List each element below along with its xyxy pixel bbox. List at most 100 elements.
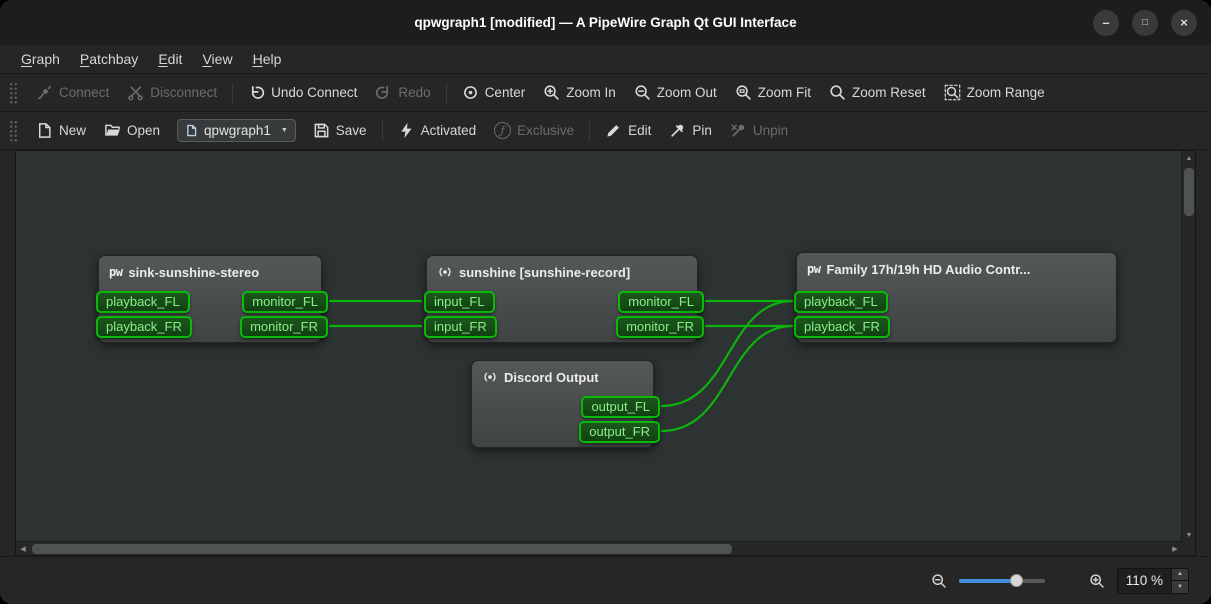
window-title: qpwgraph1 [modified] — A PipeWire Graph … — [414, 15, 796, 30]
menu-patchbay[interactable]: Patchbay — [71, 48, 147, 70]
patchbay-combo-value: qpwgraph1 — [204, 123, 271, 138]
undo-connect-label: Undo Connect — [271, 85, 357, 100]
menu-graph[interactable]: Graph — [12, 48, 69, 70]
ports: playback_FL monitor_FL playback_FR monit… — [99, 285, 321, 338]
port-input-fl[interactable]: input_FL — [424, 291, 495, 313]
edit-toggle[interactable]: Edit — [596, 116, 660, 145]
node-sink-sunshine-stereo[interactable]: pw sink-sunshine-stereo playback_FL moni… — [98, 255, 322, 343]
port-row: playback_FL monitor_FL — [99, 291, 321, 313]
connect-button[interactable]: Connect — [27, 78, 118, 107]
title-bar[interactable]: qpwgraph1 [modified] — A PipeWire Graph … — [0, 0, 1211, 45]
spin-down-arrow[interactable]: ▼ — [1172, 580, 1188, 593]
port-input-fr[interactable]: input_FR — [424, 316, 497, 338]
maximize-icon: □ — [1142, 18, 1148, 28]
port-row: input_FL monitor_FL — [427, 291, 697, 313]
vertical-scrollbar[interactable]: ▲ ▼ — [1181, 151, 1195, 542]
scroll-right-arrow[interactable]: ▶ — [1168, 542, 1182, 556]
connect-icon — [36, 84, 53, 101]
port-playback-fr[interactable]: playback_FR — [794, 316, 890, 338]
unpin-label: Unpin — [753, 123, 788, 138]
exclusive-toggle[interactable]: ƒ Exclusive — [485, 116, 583, 145]
vertical-scrollbar-thumb[interactable] — [1184, 168, 1194, 216]
scroll-left-arrow[interactable]: ◀ — [16, 542, 30, 556]
open-folder-icon — [104, 122, 121, 139]
ports: playback_FL playback_FR — [797, 282, 1116, 338]
zoom-reset-label: Zoom Reset — [852, 85, 926, 100]
disconnect-button[interactable]: Disconnect — [118, 78, 226, 107]
port-row: playback_FR — [797, 316, 1116, 338]
pipewire-icon: pw — [807, 262, 820, 276]
port-output-fl[interactable]: output_FL — [581, 396, 660, 418]
disconnect-icon — [127, 84, 144, 101]
connect-label: Connect — [59, 85, 109, 100]
zoom-reset-button[interactable]: Zoom Reset — [820, 78, 935, 107]
undo-connect-button[interactable]: Undo Connect — [239, 78, 366, 107]
pin-button[interactable]: Pin — [660, 116, 721, 145]
port-monitor-fr[interactable]: monitor_FR — [240, 316, 328, 338]
port-playback-fl[interactable]: playback_FL — [96, 291, 190, 313]
node-header: pw sink-sunshine-stereo — [99, 256, 321, 285]
port-monitor-fl[interactable]: monitor_FL — [618, 291, 704, 313]
ports: output_FL output_FR — [472, 390, 653, 443]
toolbar-separator — [446, 83, 447, 103]
zoom-slider-fill — [959, 579, 1016, 583]
redo-button[interactable]: Redo — [366, 78, 439, 107]
zoom-spinbox[interactable]: 110 % ▲ ▼ — [1117, 568, 1189, 594]
zoom-range-button[interactable]: Zoom Range — [935, 78, 1054, 107]
patchbay-combo[interactable]: qpwgraph1 ▼ — [177, 119, 296, 142]
port-playback-fl[interactable]: playback_FL — [794, 291, 888, 313]
new-file-icon — [36, 122, 53, 139]
menu-help[interactable]: Help — [244, 48, 291, 70]
node-header: sunshine [sunshine-record] — [427, 256, 697, 285]
zoom-value[interactable]: 110 % — [1118, 569, 1171, 593]
close-button[interactable]: × — [1171, 10, 1197, 36]
activated-toggle[interactable]: Activated — [389, 116, 486, 145]
ports: input_FL monitor_FL input_FR monitor_FR — [427, 285, 697, 338]
disconnect-label: Disconnect — [150, 85, 217, 100]
zoom-slider[interactable] — [959, 579, 1045, 583]
horizontal-scrollbar[interactable]: ◀ ▶ — [16, 541, 1182, 555]
activated-label: Activated — [421, 123, 477, 138]
zoom-in-button[interactable]: Zoom In — [534, 78, 625, 107]
speaker-icon — [437, 264, 453, 280]
node-family-hd-audio[interactable]: pw Family 17h/19h HD Audio Contr... play… — [796, 252, 1117, 343]
menu-view[interactable]: View — [193, 48, 241, 70]
graph-canvas[interactable]: pw sink-sunshine-stereo playback_FL moni… — [16, 151, 1182, 542]
zoom-range-label: Zoom Range — [967, 85, 1045, 100]
patchbay-file-icon — [185, 124, 198, 137]
save-button[interactable]: Save — [304, 116, 376, 145]
unpin-button[interactable]: Unpin — [721, 116, 797, 145]
scroll-down-arrow[interactable]: ▼ — [1182, 528, 1196, 542]
node-sunshine[interactable]: sunshine [sunshine-record] input_FL moni… — [426, 255, 698, 343]
zoom-in-icon — [543, 84, 560, 101]
chevron-down-icon: ▼ — [281, 127, 288, 134]
port-monitor-fl[interactable]: monitor_FL — [242, 291, 328, 313]
zoom-slider-handle[interactable] — [1010, 574, 1023, 587]
toolbar-handle[interactable] — [9, 82, 18, 104]
zoom-fit-label: Zoom Fit — [758, 85, 811, 100]
horizontal-scrollbar-thumb[interactable] — [32, 544, 732, 554]
maximize-button[interactable]: □ — [1132, 10, 1158, 36]
zoom-out-button[interactable]: Zoom Out — [625, 78, 726, 107]
toolbar-separator — [382, 121, 383, 141]
zoom-fit-button[interactable]: Zoom Fit — [726, 78, 820, 107]
node-header: pw Family 17h/19h HD Audio Contr... — [797, 253, 1116, 282]
toolbar-handle[interactable] — [9, 120, 18, 142]
minimize-button[interactable]: – — [1093, 10, 1119, 36]
port-monitor-fr[interactable]: monitor_FR — [616, 316, 704, 338]
node-discord-output[interactable]: Discord Output output_FL output_FR — [471, 360, 654, 448]
zoom-out-icon — [634, 84, 651, 101]
center-button[interactable]: Center — [453, 78, 535, 107]
undo-icon — [248, 84, 265, 101]
window-controls: – □ × — [1093, 0, 1197, 45]
port-playback-fr[interactable]: playback_FR — [96, 316, 192, 338]
port-output-fr[interactable]: output_FR — [579, 421, 660, 443]
toolbar-separator — [589, 121, 590, 141]
menu-edit[interactable]: Edit — [149, 48, 191, 70]
scroll-up-arrow[interactable]: ▲ — [1182, 151, 1196, 165]
exclusive-icon: ƒ — [494, 122, 511, 139]
spin-up-arrow[interactable]: ▲ — [1172, 569, 1188, 581]
zoom-out-small-icon — [931, 573, 947, 589]
open-button[interactable]: Open — [95, 116, 169, 145]
new-button[interactable]: New — [27, 116, 95, 145]
